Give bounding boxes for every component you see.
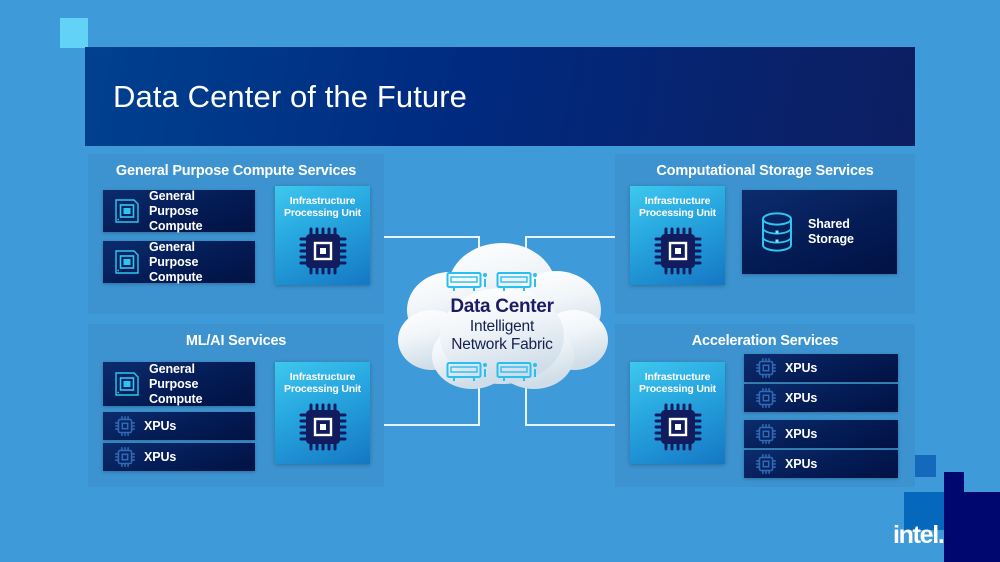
node-label: General Purpose Compute bbox=[149, 189, 255, 234]
decoration-square-top-left-cyan bbox=[60, 18, 88, 48]
node-general-purpose-compute-3[interactable]: General Purpose Compute bbox=[103, 362, 255, 406]
cloud-subtitle-line1: Intelligent bbox=[469, 318, 535, 335]
ipu-label-line1: Infrastructure bbox=[644, 195, 711, 207]
decoration-square-bottom-right-navy-3 bbox=[944, 492, 1000, 562]
node-label: XPUs bbox=[785, 360, 818, 375]
decoration-square-bottom-right-blue-1 bbox=[912, 455, 936, 477]
node-label: General Purpose Compute bbox=[149, 240, 255, 285]
node-label: XPUs bbox=[785, 390, 818, 405]
node-infrastructure-processing-unit-css[interactable]: Infrastructure Processing Unit bbox=[630, 186, 725, 285]
node-label-line1: Shared bbox=[808, 217, 850, 231]
node-xpus-accel-1[interactable]: XPUs bbox=[744, 354, 898, 382]
node-label-line1: General bbox=[149, 239, 195, 254]
cpu-chip-icon bbox=[114, 198, 140, 224]
panel-title-computational-storage-services: Computational Storage Services bbox=[656, 163, 874, 179]
node-infrastructure-processing-unit-mlai[interactable]: Infrastructure Processing Unit bbox=[275, 362, 370, 464]
intel-logo-dot: . bbox=[937, 521, 945, 549]
node-infrastructure-processing-unit-gpcs[interactable]: Infrastructure Processing Unit bbox=[275, 186, 370, 285]
ipu-label-line1: Infrastructure bbox=[644, 371, 711, 383]
xpu-chip-icon bbox=[756, 388, 776, 408]
ipu-label-line2: Processing Unit bbox=[284, 207, 361, 219]
cloud-subtitle-line2: Network Fabric bbox=[451, 336, 553, 353]
cpu-chip-icon bbox=[114, 371, 140, 397]
xpu-chip-icon bbox=[115, 416, 135, 436]
network-switch-icon bbox=[496, 360, 540, 389]
node-label-line2: Purpose Compute bbox=[149, 254, 203, 284]
ipu-label-line2: Processing Unit bbox=[639, 207, 716, 219]
node-infrastructure-processing-unit-accel[interactable]: Infrastructure Processing Unit bbox=[630, 362, 725, 464]
panel-title-acceleration-services: Acceleration Services bbox=[691, 333, 839, 349]
decoration-square-bottom-right-navy-2 bbox=[944, 472, 964, 492]
node-label: Shared Storage bbox=[808, 217, 854, 247]
node-label: XPUs bbox=[785, 426, 818, 441]
title-bar: Data Center of the Future bbox=[85, 47, 915, 146]
ipu-label-line2: Processing Unit bbox=[639, 383, 716, 395]
node-label: XPUs bbox=[144, 449, 177, 464]
cloud-title: Data Center bbox=[450, 296, 554, 317]
ipu-label-line1: Infrastructure bbox=[289, 371, 356, 383]
node-label: XPUs bbox=[785, 456, 818, 471]
node-label-line1: General bbox=[149, 361, 195, 376]
ipu-label: Infrastructure Processing Unit bbox=[639, 362, 716, 395]
node-xpus-accel-4[interactable]: XPUs bbox=[744, 450, 898, 478]
network-switch-icon bbox=[446, 270, 490, 299]
ipu-label: Infrastructure Processing Unit bbox=[284, 362, 361, 395]
intel-logo: intel. bbox=[893, 521, 945, 550]
xpu-chip-icon bbox=[115, 447, 135, 467]
database-cylinder-icon bbox=[758, 211, 796, 253]
cloud-data-center-intelligent-network-fabric: Data Center Intelligent Network Fabric bbox=[392, 236, 612, 406]
node-label-line2: Storage bbox=[808, 232, 854, 246]
node-label-line2: Purpose Compute bbox=[149, 376, 203, 406]
node-general-purpose-compute-1[interactable]: General Purpose Compute bbox=[103, 189, 255, 234]
node-general-purpose-compute-2[interactable]: General Purpose Compute bbox=[103, 240, 255, 285]
xpu-chip-icon bbox=[756, 454, 776, 474]
node-shared-storage[interactable]: Shared Storage bbox=[742, 190, 897, 274]
intel-logo-text: intel bbox=[893, 521, 939, 549]
node-label-line1: General bbox=[149, 188, 195, 203]
ipu-label-line2: Processing Unit bbox=[284, 383, 361, 395]
ipu-label: Infrastructure Processing Unit bbox=[284, 186, 361, 219]
slide-canvas: Data Center of the Future General Purpos… bbox=[0, 0, 1000, 562]
node-xpus-accel-3[interactable]: XPUs bbox=[744, 420, 898, 448]
node-xpus-mlai-1[interactable]: XPUs bbox=[103, 412, 255, 440]
connector-bottom-left-to-cloud-horizontal bbox=[370, 424, 480, 426]
ipu-label-line1: Infrastructure bbox=[289, 195, 356, 207]
network-switch-icon bbox=[446, 360, 490, 389]
xpu-chip-icon bbox=[756, 358, 776, 378]
network-switch-icon bbox=[496, 270, 540, 299]
node-label: XPUs bbox=[144, 418, 177, 433]
node-xpus-mlai-2[interactable]: XPUs bbox=[103, 443, 255, 471]
cloud-text-block: Data Center Intelligent Network Fabric bbox=[392, 296, 612, 354]
node-label-line2: Purpose Compute bbox=[149, 203, 203, 233]
xpu-chip-icon bbox=[756, 424, 776, 444]
ipu-label: Infrastructure Processing Unit bbox=[639, 186, 716, 219]
processor-chip-icon bbox=[297, 401, 349, 458]
processor-chip-icon bbox=[652, 225, 704, 282]
cpu-chip-icon bbox=[114, 249, 140, 275]
node-xpus-accel-2[interactable]: XPUs bbox=[744, 384, 898, 412]
processor-chip-icon bbox=[297, 225, 349, 282]
panel-title-ml-ai-services: ML/AI Services bbox=[185, 333, 287, 349]
page-title: Data Center of the Future bbox=[113, 78, 468, 114]
processor-chip-icon bbox=[652, 401, 704, 458]
panel-title-general-purpose-compute-services: General Purpose Compute Services bbox=[115, 163, 357, 179]
node-label: General Purpose Compute bbox=[149, 362, 255, 407]
